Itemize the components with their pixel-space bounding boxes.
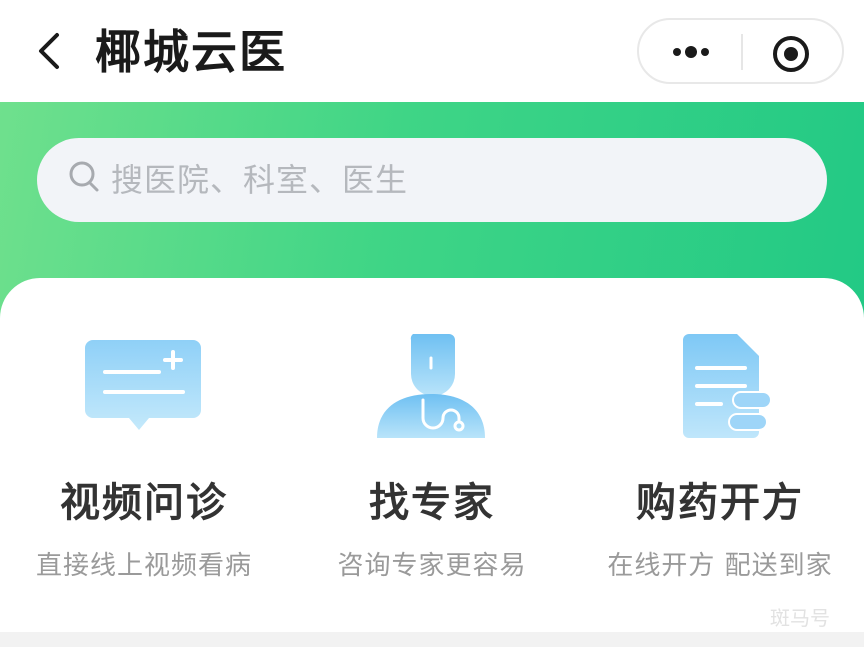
- page-title: 椰城云医: [95, 25, 287, 79]
- feature-subtitle: 在线开方 配送到家: [607, 551, 833, 581]
- watermark-text: 斑马号: [770, 606, 830, 630]
- feature-title: 找专家: [369, 480, 495, 526]
- feature-subtitle: 咨询专家更容易: [337, 551, 527, 581]
- feature-card: 视频问诊 直接线上视频看病 找专家 咨询专家更容易 购药开方 在线开方 配送到家: [0, 278, 864, 632]
- mini-program-capsule: [637, 18, 844, 84]
- feature-subtitle: 直接线上视频看病: [35, 551, 252, 581]
- feature-title: 购药开方: [636, 480, 804, 526]
- more-dots-icon[interactable]: [663, 38, 719, 66]
- feature-buy-medicine[interactable]: 购药开方 在线开方 配送到家: [576, 278, 864, 632]
- search-input[interactable]: 搜医院、科室、医生: [37, 138, 827, 222]
- prescription-icon: [655, 328, 785, 448]
- feature-find-expert[interactable]: 找专家 咨询专家更容易: [288, 278, 576, 632]
- search-icon: [67, 158, 103, 198]
- search-placeholder: 搜医院、科室、医生: [111, 161, 409, 199]
- feature-title: 视频问诊: [60, 480, 228, 526]
- target-close-icon[interactable]: [771, 34, 811, 74]
- capsule-divider: [741, 34, 743, 70]
- chevron-left-icon[interactable]: [30, 28, 70, 74]
- feature-video-consult[interactable]: 视频问诊 直接线上视频看病: [0, 278, 288, 632]
- video-consult-icon: [79, 328, 209, 448]
- bottom-divider: [0, 632, 864, 647]
- doctor-icon: [367, 328, 497, 448]
- top-nav-bar: 椰城云医: [0, 0, 864, 102]
